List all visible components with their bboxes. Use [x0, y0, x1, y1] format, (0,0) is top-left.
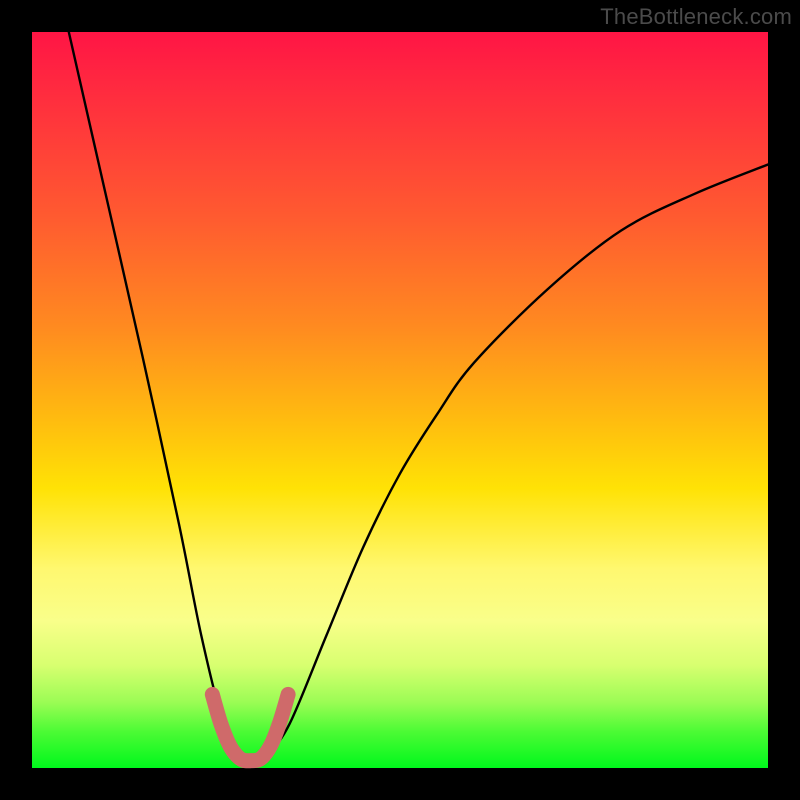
- attribution-label: TheBottleneck.com: [600, 4, 792, 30]
- optimal-marker: [212, 694, 288, 760]
- chart-frame: TheBottleneck.com: [0, 0, 800, 800]
- curve-layer: [32, 32, 768, 768]
- plot-area: [32, 32, 768, 768]
- bottleneck-curve: [69, 32, 768, 761]
